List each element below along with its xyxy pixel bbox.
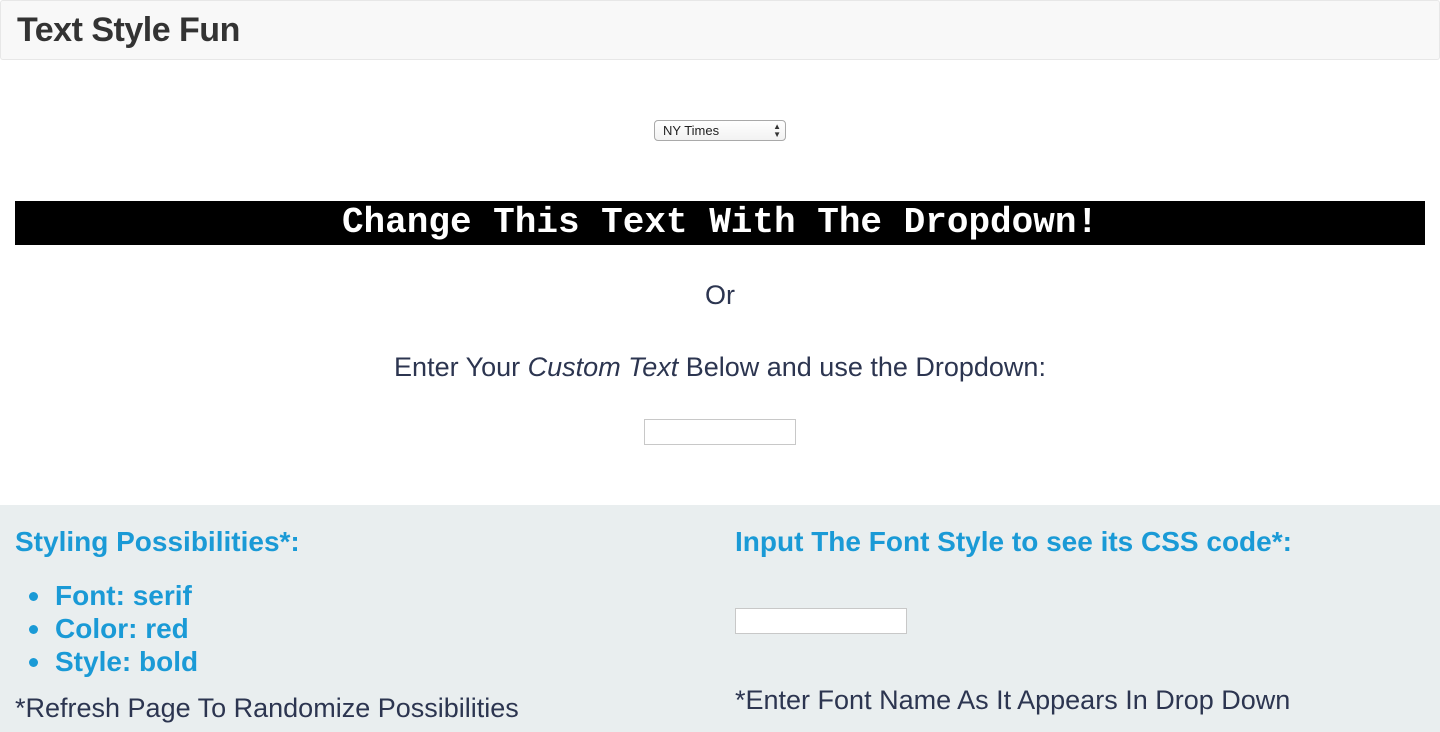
or-label: Or: [705, 280, 735, 310]
bullet-icon: [29, 658, 38, 667]
bottom-panel: Styling Possibilities*: Font: serif Colo…: [0, 505, 1440, 732]
dropdown-arrows-icon: ▲ ▼: [773, 122, 781, 139]
font-name-input[interactable]: [735, 608, 907, 634]
possibility-font: Font: serif: [55, 580, 192, 611]
css-lookup-heading: Input The Font Style to see its CSS code…: [735, 526, 1292, 557]
instructions-suffix: Below and use the Dropdown:: [678, 352, 1046, 382]
list-item: Color: red: [15, 612, 198, 645]
bullet-icon: [29, 592, 38, 601]
custom-text-instructions: Enter Your Custom Text Below and use the…: [0, 352, 1440, 383]
styling-possibilities-heading: Styling Possibilities*:: [15, 526, 300, 557]
navbar: Text Style Fun: [0, 0, 1440, 60]
list-item: Font: serif: [15, 579, 198, 612]
possibilities-list: Font: serif Color: red Style: bold: [15, 579, 198, 678]
dropdown-selected-value: NY Times: [663, 123, 720, 138]
possibility-style: Style: bold: [55, 646, 199, 677]
possibility-color: Color: red: [55, 613, 189, 644]
bullet-icon: [29, 625, 38, 634]
page: Text Style Fun NY Times ▲ ▼ Change This T…: [0, 0, 1440, 732]
refresh-note: *Refresh Page To Randomize Possibilities: [15, 693, 519, 723]
instructions-italic: Custom Text: [527, 352, 679, 382]
instructions-prefix: Enter Your: [394, 352, 528, 382]
list-item: Style: bold: [15, 645, 198, 678]
styled-text-banner: Change This Text With The Dropdown!: [15, 201, 1425, 245]
font-name-note: *Enter Font Name As It Appears In Drop D…: [735, 685, 1291, 715]
custom-text-input[interactable]: [644, 419, 796, 445]
navbar-brand[interactable]: Text Style Fun: [17, 11, 240, 50]
font-style-dropdown[interactable]: NY Times ▲ ▼: [654, 120, 786, 141]
